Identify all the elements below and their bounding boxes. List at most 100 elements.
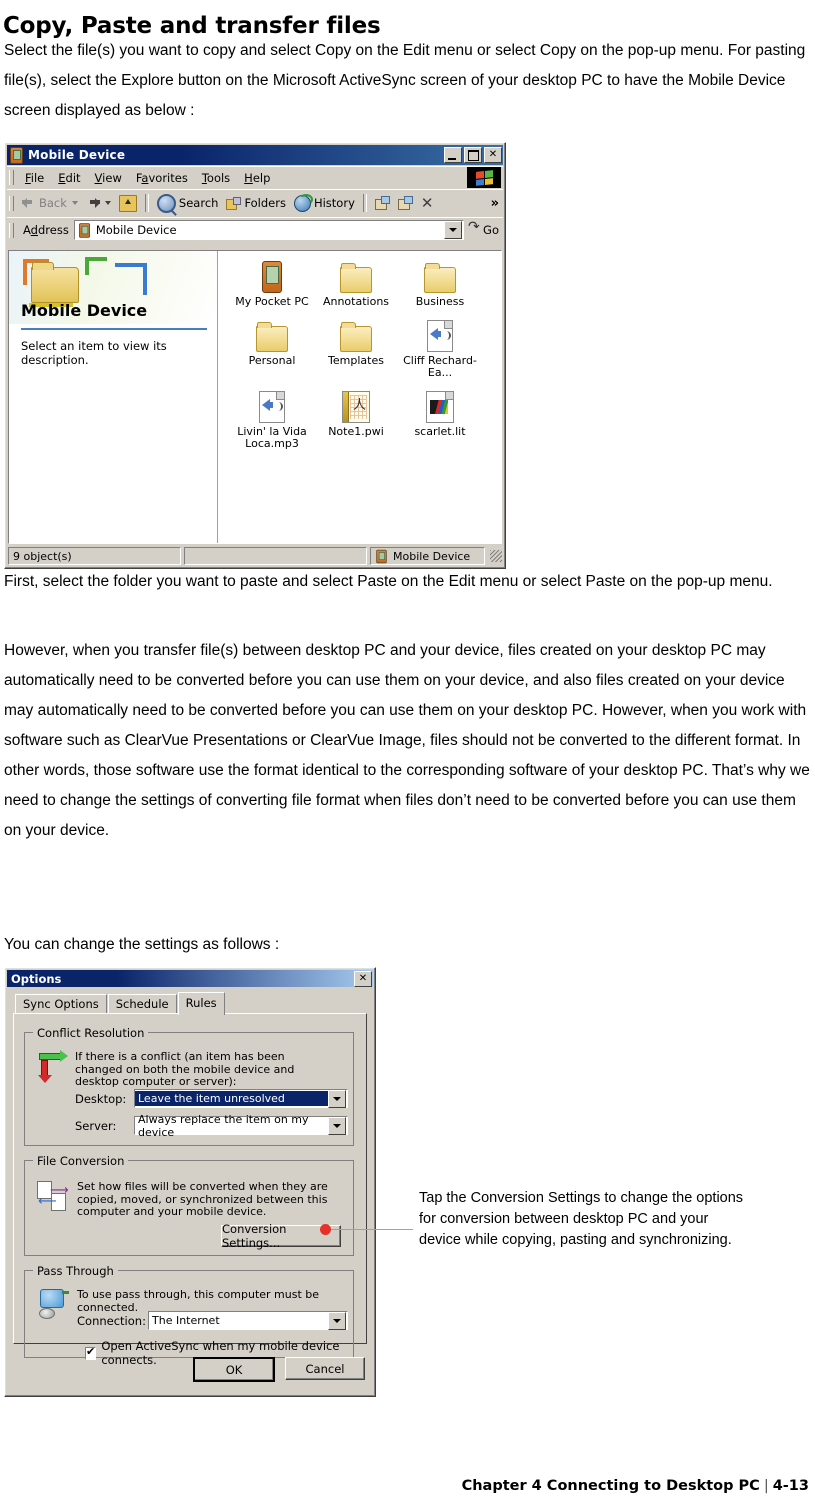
options-rules-page: Conflict Resolution If there is a confli…	[13, 1013, 367, 1367]
list-item[interactable]: Personal	[230, 316, 314, 380]
delete-button[interactable]: ✕	[417, 194, 438, 213]
mobile-device-addressbar: Address Mobile Device Go	[7, 217, 503, 242]
connection-label: Connection:	[77, 1313, 146, 1328]
mobile-device-icon	[10, 146, 23, 164]
close-icon[interactable]: ✕	[484, 147, 502, 163]
audio-file-icon	[427, 316, 453, 352]
connection-select[interactable]: The Internet	[148, 1311, 348, 1330]
up-button[interactable]	[115, 193, 141, 214]
list-item-label: Personal	[248, 353, 296, 367]
go-button[interactable]: Go	[464, 219, 503, 238]
toolbar-separator	[144, 194, 149, 212]
ok-button[interactable]: OK	[193, 1357, 275, 1382]
list-item[interactable]: 人 Note1.pwi	[314, 387, 398, 451]
status-location-label: Mobile Device	[393, 549, 471, 563]
file-conversion-title: File Conversion	[33, 1154, 129, 1168]
copy-to-button[interactable]	[394, 194, 417, 212]
list-item[interactable]: Templates	[314, 316, 398, 380]
list-item-label: Cliff Rechard-Ea...	[403, 353, 477, 379]
desktop-conflict-select[interactable]: Leave the item unresolved	[134, 1089, 348, 1108]
resize-grip[interactable]	[490, 550, 502, 562]
menu-tools[interactable]: Tools	[195, 169, 237, 187]
list-item-label: My Pocket PC	[235, 295, 309, 308]
status-location-panel: Mobile Device	[370, 547, 485, 565]
webview-divider	[21, 328, 207, 330]
delete-icon: ✕	[420, 193, 434, 212]
back-dropdown-icon[interactable]	[71, 201, 78, 205]
toolbar-overflow-icon[interactable]: »	[491, 196, 499, 211]
pda-icon	[262, 257, 282, 293]
desktop-label: Desktop:	[75, 1091, 127, 1106]
list-item[interactable]: Cliff Rechard-Ea...	[398, 316, 482, 380]
back-button[interactable]: Back	[18, 194, 82, 212]
chevron-down-icon[interactable]	[328, 1311, 346, 1330]
list-item[interactable]: Annotations	[314, 257, 398, 309]
options-titlebar: Options ✕	[7, 970, 373, 987]
list-item-label: Livin' la Vida Loca.mp3	[237, 424, 307, 450]
intro-paragraph: Select the file(s) you want to copy and …	[4, 42, 806, 119]
menu-file[interactable]: File	[18, 169, 51, 187]
file-icon-grid: My Pocket PC Annotations Business Person…	[218, 257, 501, 451]
callout-leader-line	[325, 1229, 413, 1230]
toolbar-separator-2	[362, 194, 367, 212]
forward-button[interactable]	[82, 195, 115, 211]
addressbar-gripper[interactable]	[9, 222, 14, 238]
server-conflict-row: Server: Always replace the item on my de…	[75, 1113, 348, 1139]
menubar-gripper[interactable]	[9, 170, 14, 185]
folder-icon	[340, 257, 372, 293]
server-conflict-value: Always replace the item on my device	[138, 1112, 309, 1139]
window-caption-buttons: ✕	[444, 147, 502, 163]
address-dropdown-icon[interactable]	[444, 221, 463, 239]
file-conversion-group: File Conversion ⟶ ⟵ Set how files will be…	[24, 1154, 354, 1256]
list-item[interactable]: Livin' la Vida Loca.mp3	[230, 387, 314, 451]
webview-heading: Mobile Device	[21, 301, 148, 320]
open-activesync-checkbox[interactable]	[85, 1345, 97, 1360]
forward-dropdown-icon[interactable]	[104, 201, 111, 205]
menu-view[interactable]: View	[88, 169, 129, 187]
callout-text: Tap the Conversion Settings to change th…	[419, 1190, 744, 1248]
toolbar-gripper[interactable]	[9, 195, 14, 211]
pass-through-group: Pass Through To use pass through, this c…	[24, 1264, 354, 1367]
chevron-down-icon[interactable]	[328, 1116, 346, 1135]
mobile-device-toolbar: Back Search Folders History ✕ »	[7, 189, 503, 216]
options-dialog: Options ✕ Sync Options Schedule Rules Co…	[4, 967, 376, 1397]
minimize-button[interactable]	[444, 147, 462, 163]
ebook-file-icon	[426, 387, 454, 423]
list-item[interactable]: scarlet.lit	[398, 387, 482, 451]
maximize-button[interactable]	[464, 147, 482, 163]
history-button[interactable]: History	[290, 193, 359, 214]
folder-icon	[256, 316, 288, 352]
list-item-label: Templates	[328, 353, 384, 367]
move-to-button[interactable]	[371, 194, 394, 212]
menu-edit[interactable]: Edit	[51, 169, 87, 187]
list-item-label: Note1.pwi	[328, 424, 384, 438]
tab-sync-options[interactable]: Sync Options	[15, 994, 107, 1013]
folders-icon	[226, 196, 242, 210]
address-input[interactable]: Mobile Device	[73, 220, 465, 240]
windows-logo-icon	[467, 167, 501, 188]
go-button-label: Go	[483, 223, 499, 237]
history-button-label: History	[313, 196, 355, 210]
back-button-label: Back	[39, 196, 67, 210]
note-file-icon: 人	[342, 387, 370, 423]
cancel-button[interactable]: Cancel	[285, 1357, 365, 1380]
audio-file-icon	[259, 387, 285, 423]
menu-help[interactable]: Help	[237, 169, 277, 187]
tab-rules[interactable]: Rules	[177, 992, 225, 1015]
up-folder-icon	[118, 194, 137, 212]
folders-button[interactable]: Folders	[222, 194, 290, 212]
server-conflict-select[interactable]: Always replace the item on my device	[134, 1113, 348, 1139]
webview-pane: Mobile Device Select an item to view its…	[9, 251, 217, 543]
list-item[interactable]: Business	[398, 257, 482, 309]
close-icon[interactable]: ✕	[354, 970, 372, 987]
list-item[interactable]: My Pocket PC	[230, 257, 314, 309]
desktop-conflict-value: Leave the item unresolved	[135, 1091, 328, 1106]
menu-favorites[interactable]: Favorites	[129, 169, 195, 187]
chevron-down-icon[interactable]	[328, 1089, 346, 1108]
search-button[interactable]: Search	[153, 192, 223, 215]
conflict-arrows-icon	[37, 1050, 68, 1083]
address-device-icon	[78, 222, 90, 238]
file-conversion-description: Set how files will be converted when the…	[77, 1180, 328, 1218]
tab-schedule[interactable]: Schedule	[107, 994, 177, 1013]
file-icons-pane: My Pocket PC Annotations Business Person…	[217, 251, 501, 543]
